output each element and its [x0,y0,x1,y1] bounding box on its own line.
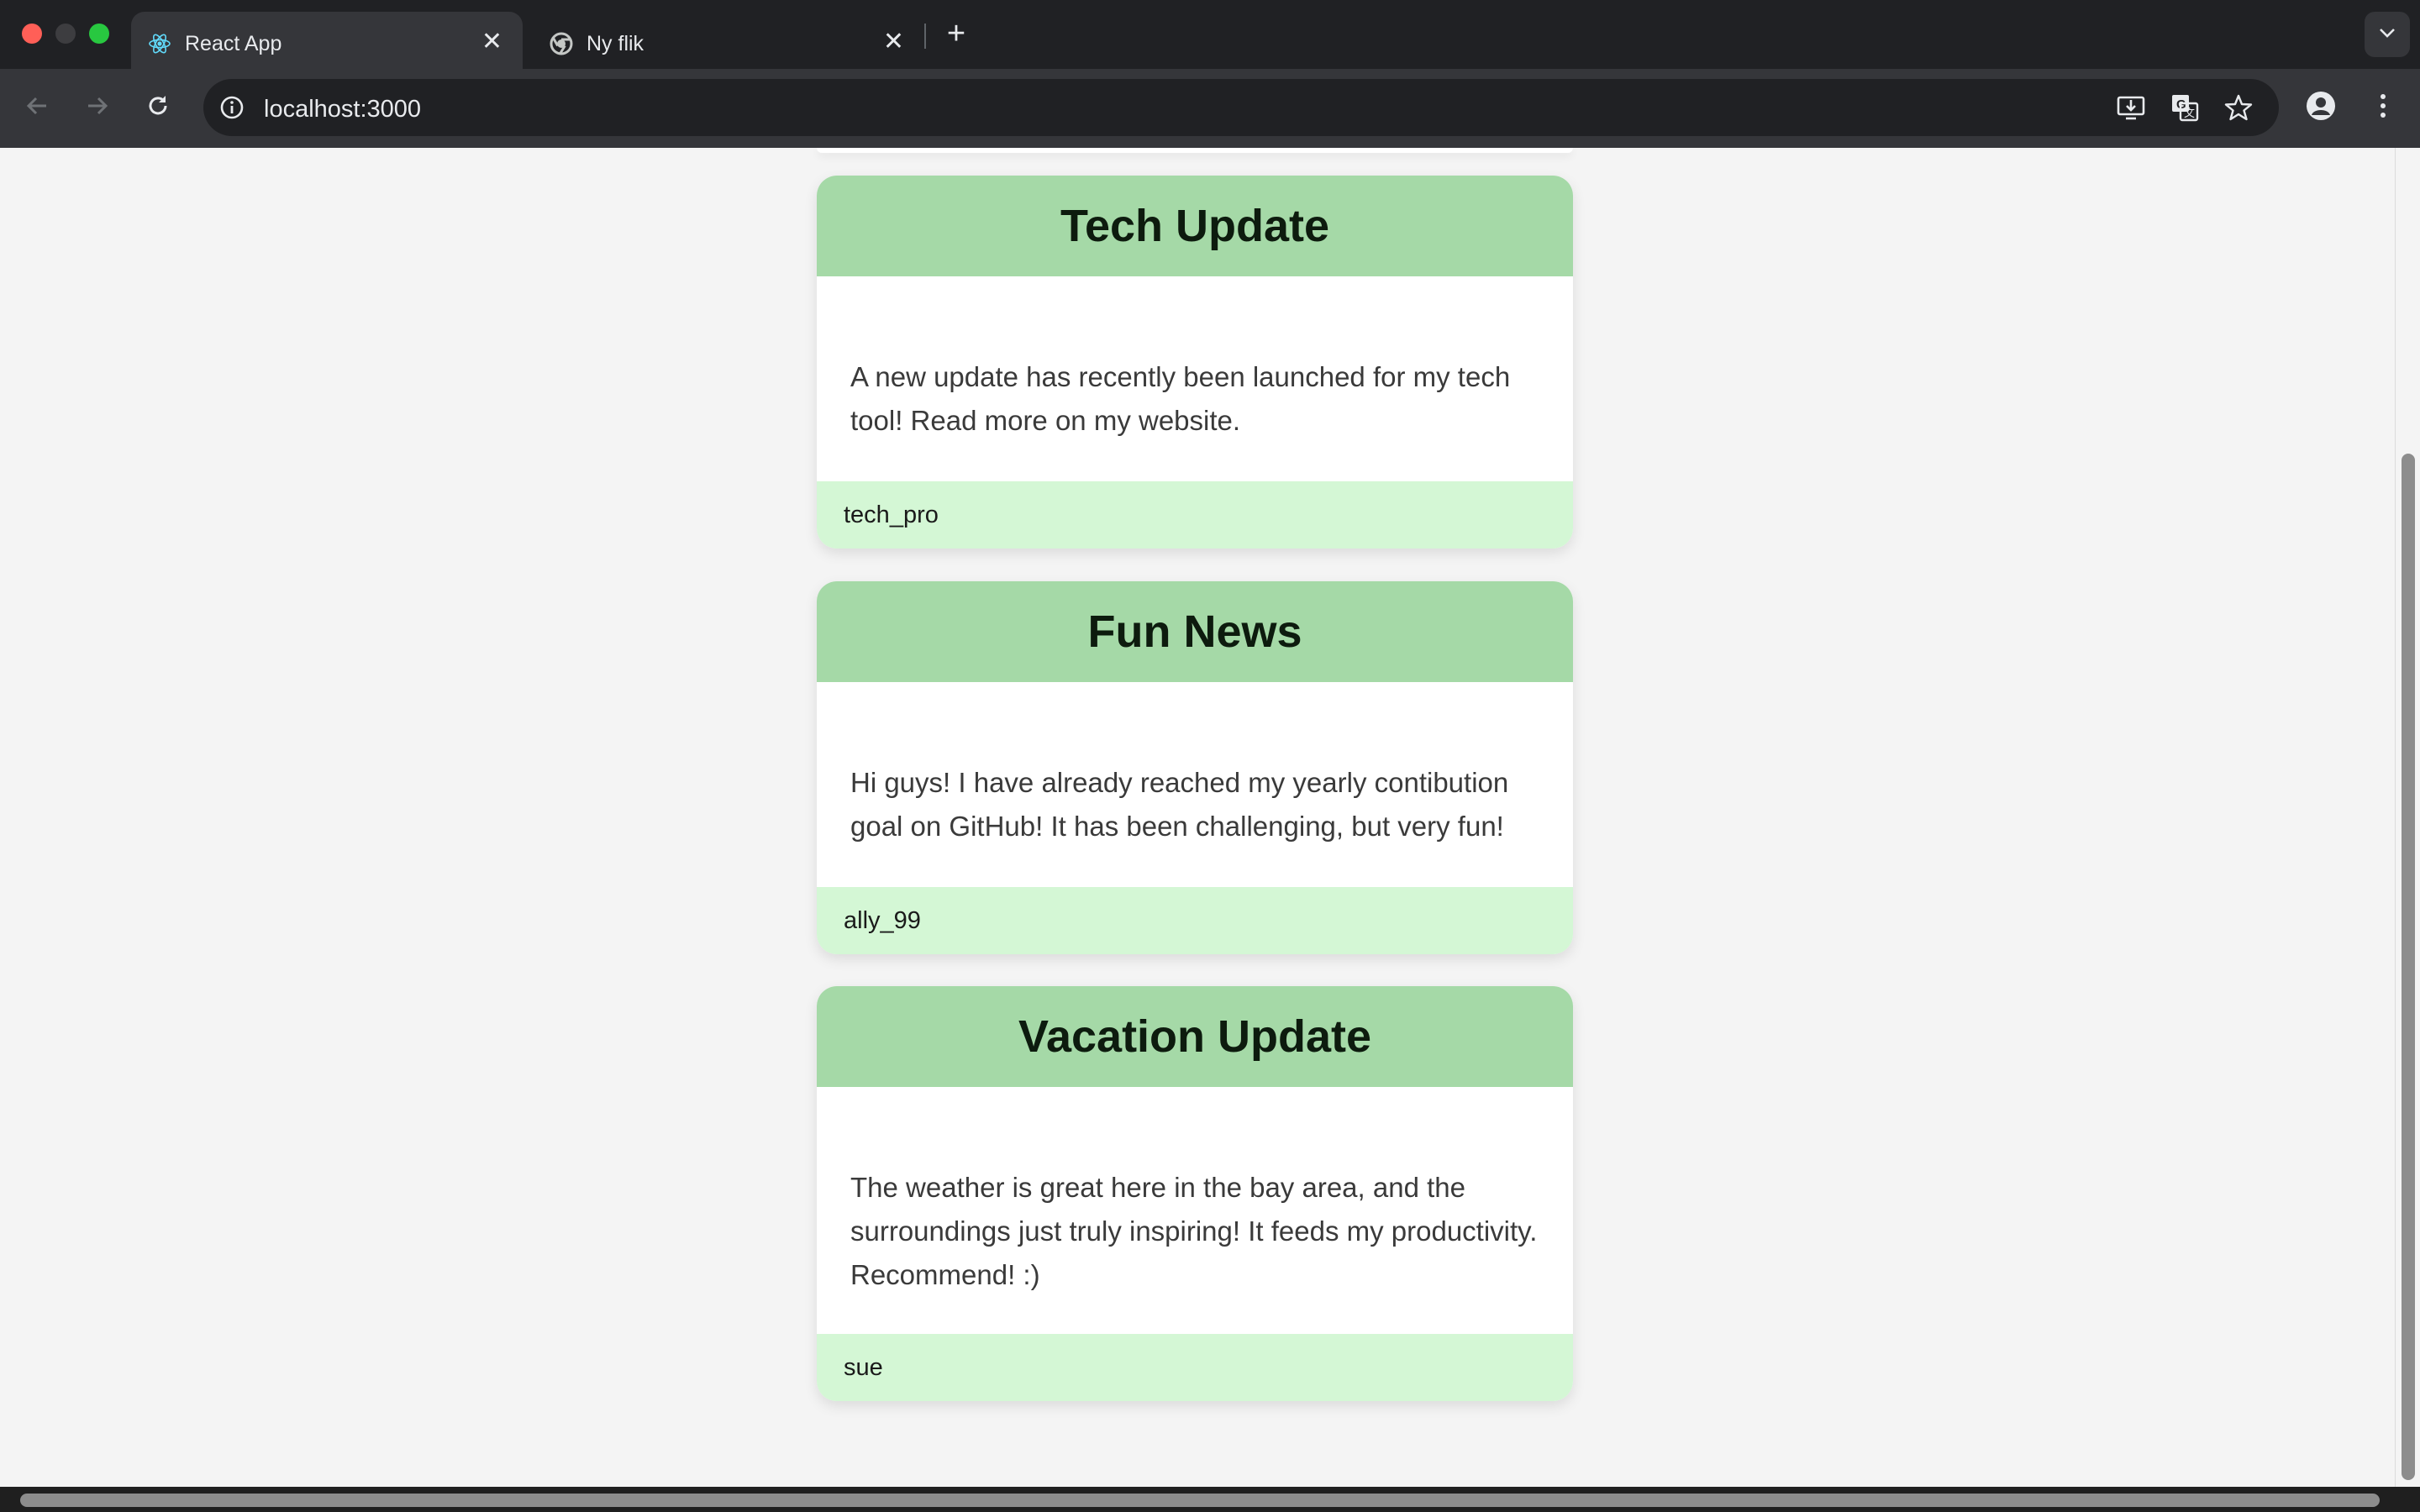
install-app-icon[interactable] [2112,89,2149,126]
tab-search-button[interactable] [2365,12,2410,57]
tab-close-icon[interactable]: ✕ [883,27,904,56]
profile-button[interactable] [2301,87,2341,128]
forward-button[interactable] [77,87,118,128]
post-body: Hi guys! I have already reached my yearl… [850,767,1509,842]
post-author: ally_99 [817,887,1573,954]
browser-menu-button[interactable] [2363,87,2403,128]
arrow-left-icon [24,93,50,123]
page-viewport: Tech Update A new update has recently be… [0,148,2395,1487]
tab-close-icon[interactable]: ✕ [481,27,502,56]
kebab-menu-icon [2379,92,2387,123]
post-header: Fun News [817,581,1573,682]
post-title: Tech Update [1060,201,1330,251]
tab-title: Ny flik [587,32,644,55]
site-info-icon[interactable] [215,91,249,124]
bookmark-star-icon[interactable] [2220,89,2257,126]
post-card: Tech Update A new update has recently be… [817,176,1573,549]
post-title: Vacation Update [1018,1011,1372,1062]
reload-icon [145,93,171,123]
browser-tab-strip: React App ✕ Ny flik ✕ + [0,0,2420,69]
horizontal-scrollbar-thumb[interactable] [20,1494,2380,1507]
chrome-icon [548,30,575,57]
chevron-down-icon [2378,27,2396,43]
tab-react-app[interactable]: React App ✕ [131,12,523,69]
arrow-right-icon [85,93,110,123]
post-title: Fun News [1087,606,1302,657]
back-button[interactable] [17,87,57,128]
tab-separator [924,24,926,49]
tab-ny-flik[interactable]: Ny flik ✕ [533,12,924,69]
address-bar[interactable]: localhost:3000 G文 [203,79,2279,136]
translate-icon[interactable]: G文 [2166,89,2203,126]
browser-toolbar: localhost:3000 G文 [0,69,2420,148]
post-card: Vacation Update The weather is great her… [817,986,1573,1401]
post-body: The weather is great here in the bay are… [850,1172,1538,1290]
react-icon [146,30,173,57]
new-tab-button[interactable]: + [939,13,973,54]
window-minimize-button[interactable] [55,24,76,44]
post-header: Vacation Update [817,986,1573,1087]
reload-button[interactable] [138,87,178,128]
url-text: localhost:3000 [264,96,422,123]
window-close-button[interactable] [22,24,42,44]
post-author: sue [817,1334,1573,1401]
post-header: Tech Update [817,176,1573,276]
window-zoom-button[interactable] [89,24,109,44]
tab-title: React App [185,32,282,55]
post-card: Fun News Hi guys! I have already reached… [817,581,1573,954]
post-author: tech_pro [817,481,1573,549]
svg-text:文: 文 [2184,107,2195,119]
previous-card-edge [817,148,1573,153]
vertical-scrollbar-thumb[interactable] [2402,454,2415,1480]
post-body: A new update has recently been launched … [850,361,1511,436]
avatar-icon [2306,91,2336,125]
